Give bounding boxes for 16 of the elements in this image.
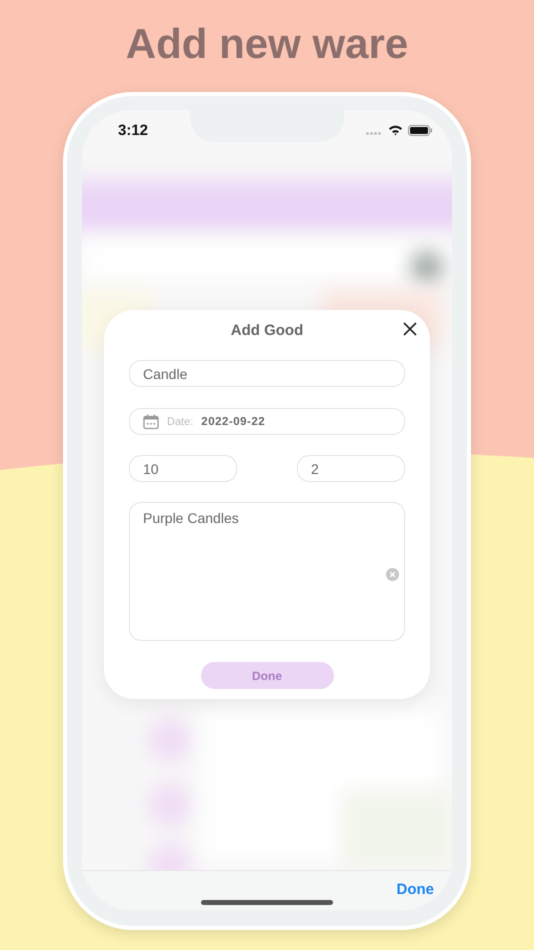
close-icon[interactable]: [402, 321, 418, 337]
note-field[interactable]: Purple Candles: [129, 502, 405, 641]
wifi-icon: [388, 124, 403, 136]
number-field[interactable]: 10: [129, 455, 237, 482]
toolbar-done-button[interactable]: Done: [396, 881, 434, 898]
headline: Add new ware: [124, 19, 410, 69]
battery-icon: [408, 125, 433, 136]
signal-icon: [366, 132, 382, 135]
name-field[interactable]: Candle: [129, 360, 405, 387]
calendar-icon: [143, 414, 159, 430]
date-label: Date:: [167, 416, 194, 428]
status-time: 3:12: [118, 122, 148, 139]
date-value: 2022-09-22: [201, 416, 266, 428]
number-field[interactable]: 2: [297, 455, 405, 482]
dialog-title: Add Good: [230, 321, 304, 341]
date-field[interactable]: Date: 2022-09-22: [129, 408, 405, 435]
